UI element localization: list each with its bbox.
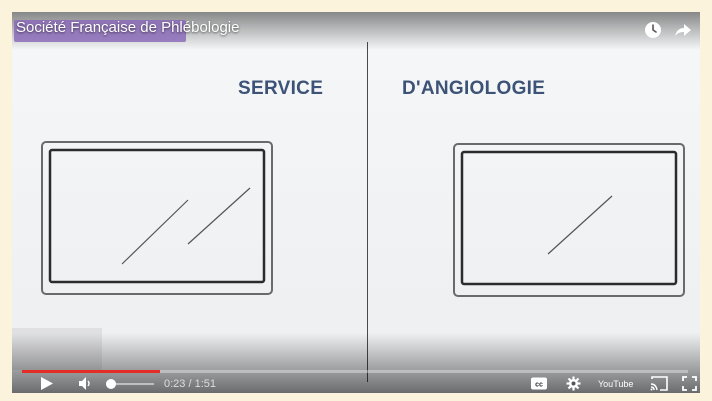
captions-icon[interactable]: cc [530,376,548,391]
title-bar: Société Française de Phlébologie [12,12,700,50]
share-arrow-icon[interactable] [674,21,692,39]
play-icon[interactable] [40,376,54,391]
left-window-drawing [41,141,273,295]
service-word: SERVICE [238,78,324,99]
cast-icon[interactable] [650,376,668,391]
captions-icon-label: cc [535,382,543,389]
right-window-drawing [453,143,685,297]
video-title[interactable]: Société Française de Phlébologie [16,18,239,38]
youtube-logo-text: YouTube [598,379,633,389]
volume-slider-knob[interactable] [106,379,116,389]
youtube-logo[interactable]: YouTube [598,376,636,391]
gear-icon[interactable] [566,376,581,391]
progress-played [22,370,160,373]
volume-icon[interactable] [78,376,94,391]
time-display: 0:23 / 1:51 [164,378,216,390]
center-divider-line [367,42,368,382]
video-player[interactable]: SERVICE D'ANGIOLOGIE Société Française d… [12,12,700,393]
fullscreen-icon[interactable] [682,376,697,391]
angiologie-word: D'ANGIOLOGIE [402,78,546,99]
player-controls: 0:23 / 1:51 cc YouTube [12,374,700,393]
clock-icon[interactable] [644,21,662,39]
progress-bar[interactable] [22,370,688,373]
